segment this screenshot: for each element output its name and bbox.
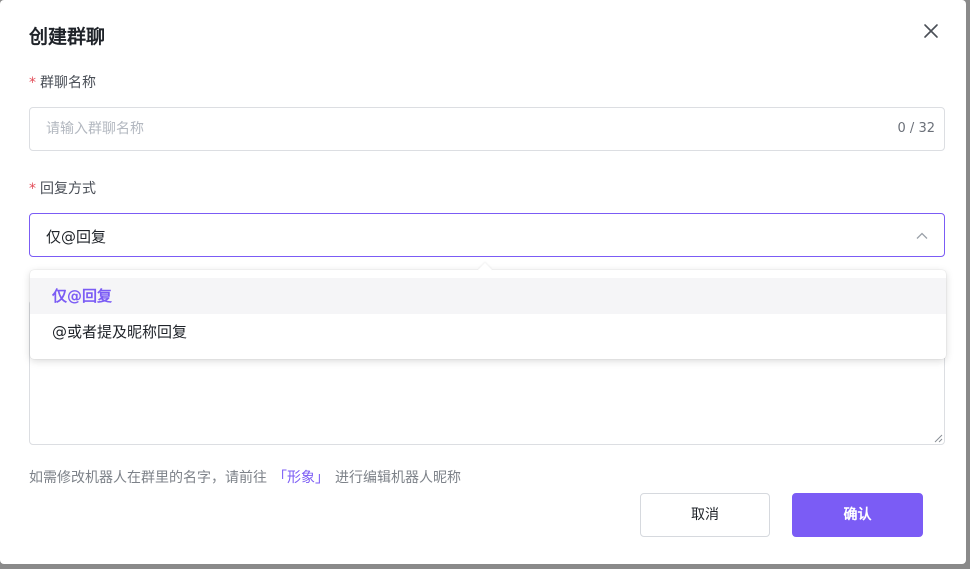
required-mark: * bbox=[29, 75, 36, 91]
group-name-field: 0 / 32 bbox=[29, 107, 945, 151]
resize-grip-icon[interactable] bbox=[933, 433, 943, 443]
required-mark: * bbox=[29, 181, 36, 197]
chevron-up-icon bbox=[914, 228, 930, 244]
close-icon bbox=[924, 24, 938, 38]
dialog-title: 创建群聊 bbox=[29, 26, 106, 48]
hint-prefix: 如需修改机器人在群里的名字，请前往 bbox=[29, 470, 267, 486]
close-button[interactable] bbox=[920, 20, 942, 42]
reply-mode-label: 回复方式 bbox=[40, 181, 96, 197]
dropdown-option-mention-only[interactable]: 仅@回复 bbox=[30, 278, 946, 314]
dropdown-caret bbox=[477, 262, 493, 278]
reply-mode-select[interactable]: 仅@回复 bbox=[29, 213, 945, 257]
char-counter: 0 / 32 bbox=[897, 121, 935, 136]
nickname-hint: 如需修改机器人在群里的名字，请前往 「形象」 进行编辑机器人昵称 bbox=[29, 467, 461, 487]
dropdown-option-mention-or-nickname[interactable]: @或者提及昵称回复 bbox=[30, 314, 946, 350]
group-name-label: 群聊名称 bbox=[40, 75, 96, 91]
confirm-button[interactable]: 确认 bbox=[792, 493, 923, 537]
reply-mode-label-row: * 回复方式 bbox=[29, 178, 96, 198]
reply-mode-dropdown: 仅@回复 @或者提及昵称回复 bbox=[30, 262, 946, 359]
group-name-label-row: * 群聊名称 bbox=[29, 72, 96, 92]
reply-mode-selected-value: 仅@回复 bbox=[46, 228, 107, 246]
create-group-dialog: 创建群聊 *群聊名称 0 / 32 *回复方式 仅@回复 仅@回复 @或者提及昵… bbox=[0, 0, 966, 564]
hint-suffix: 进行编辑机器人昵称 bbox=[335, 470, 461, 486]
cancel-button[interactable]: 取消 bbox=[640, 493, 770, 537]
avatar-settings-link[interactable]: 「形象」 bbox=[273, 470, 329, 486]
group-name-input[interactable] bbox=[30, 108, 870, 150]
